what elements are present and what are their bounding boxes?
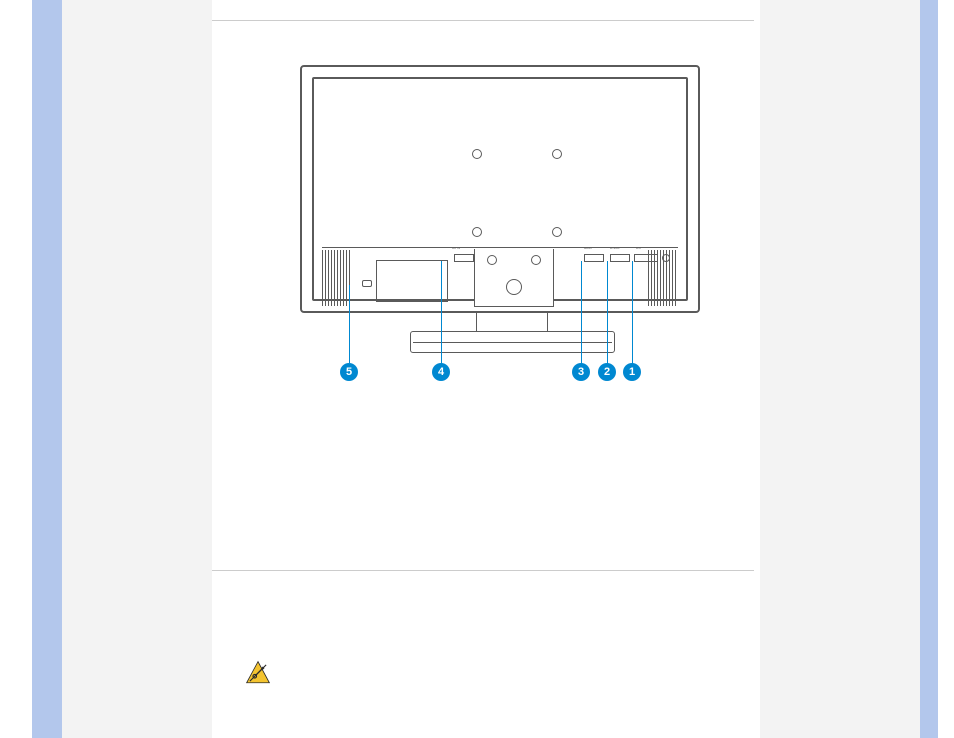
vesa-screw-icon	[472, 149, 482, 159]
ventilation-slots	[322, 250, 352, 306]
callout-number-2: 2	[598, 363, 616, 381]
callout-number-3: 3	[572, 363, 590, 381]
neck-center-screw-icon	[506, 279, 522, 295]
vesa-screw-icon	[552, 149, 562, 159]
rating-label-plate	[376, 260, 448, 302]
vesa-screw-icon	[552, 227, 562, 237]
decorative-right-bar	[920, 0, 938, 738]
document-page: AC IN HDMI D-SUB DVI 5	[0, 0, 954, 738]
decorative-left-bar	[32, 0, 62, 738]
callout-number-1: 1	[623, 363, 641, 381]
neck-screw-icon	[531, 255, 541, 265]
callout-leader-line	[441, 261, 442, 365]
callout-leader-line	[349, 285, 350, 363]
stand-column	[476, 313, 548, 333]
section-divider	[212, 570, 754, 571]
monitor-housing: AC IN HDMI D-SUB DVI	[300, 65, 700, 313]
port-label-hdmi: HDMI	[584, 246, 592, 250]
port-label-ac: AC IN	[452, 246, 460, 250]
callout-leader-line	[632, 261, 633, 365]
right-margin-panel	[760, 0, 920, 738]
ac-in-port-icon	[454, 254, 474, 262]
port-label-dvi: DVI	[636, 246, 641, 250]
callout-number-4: 4	[432, 363, 450, 381]
section-divider	[212, 20, 754, 21]
callout-number-5: 5	[340, 363, 358, 381]
left-margin-panel	[62, 0, 212, 738]
kensington-lock-icon	[362, 280, 372, 287]
callout-leader-line	[581, 261, 582, 365]
stand-neck	[474, 249, 554, 307]
hdmi-port-icon	[584, 254, 604, 262]
audio-port-icon	[662, 254, 670, 262]
dvi-port-icon	[634, 254, 658, 262]
neck-screw-icon	[487, 255, 497, 265]
monitor-rear-figure: AC IN HDMI D-SUB DVI 5	[300, 65, 700, 313]
vesa-screw-icon	[472, 227, 482, 237]
port-label-dsub: D-SUB	[610, 246, 619, 250]
warning-icon	[245, 660, 271, 686]
callout-leader-line	[607, 261, 608, 365]
dsub-port-icon	[610, 254, 630, 262]
